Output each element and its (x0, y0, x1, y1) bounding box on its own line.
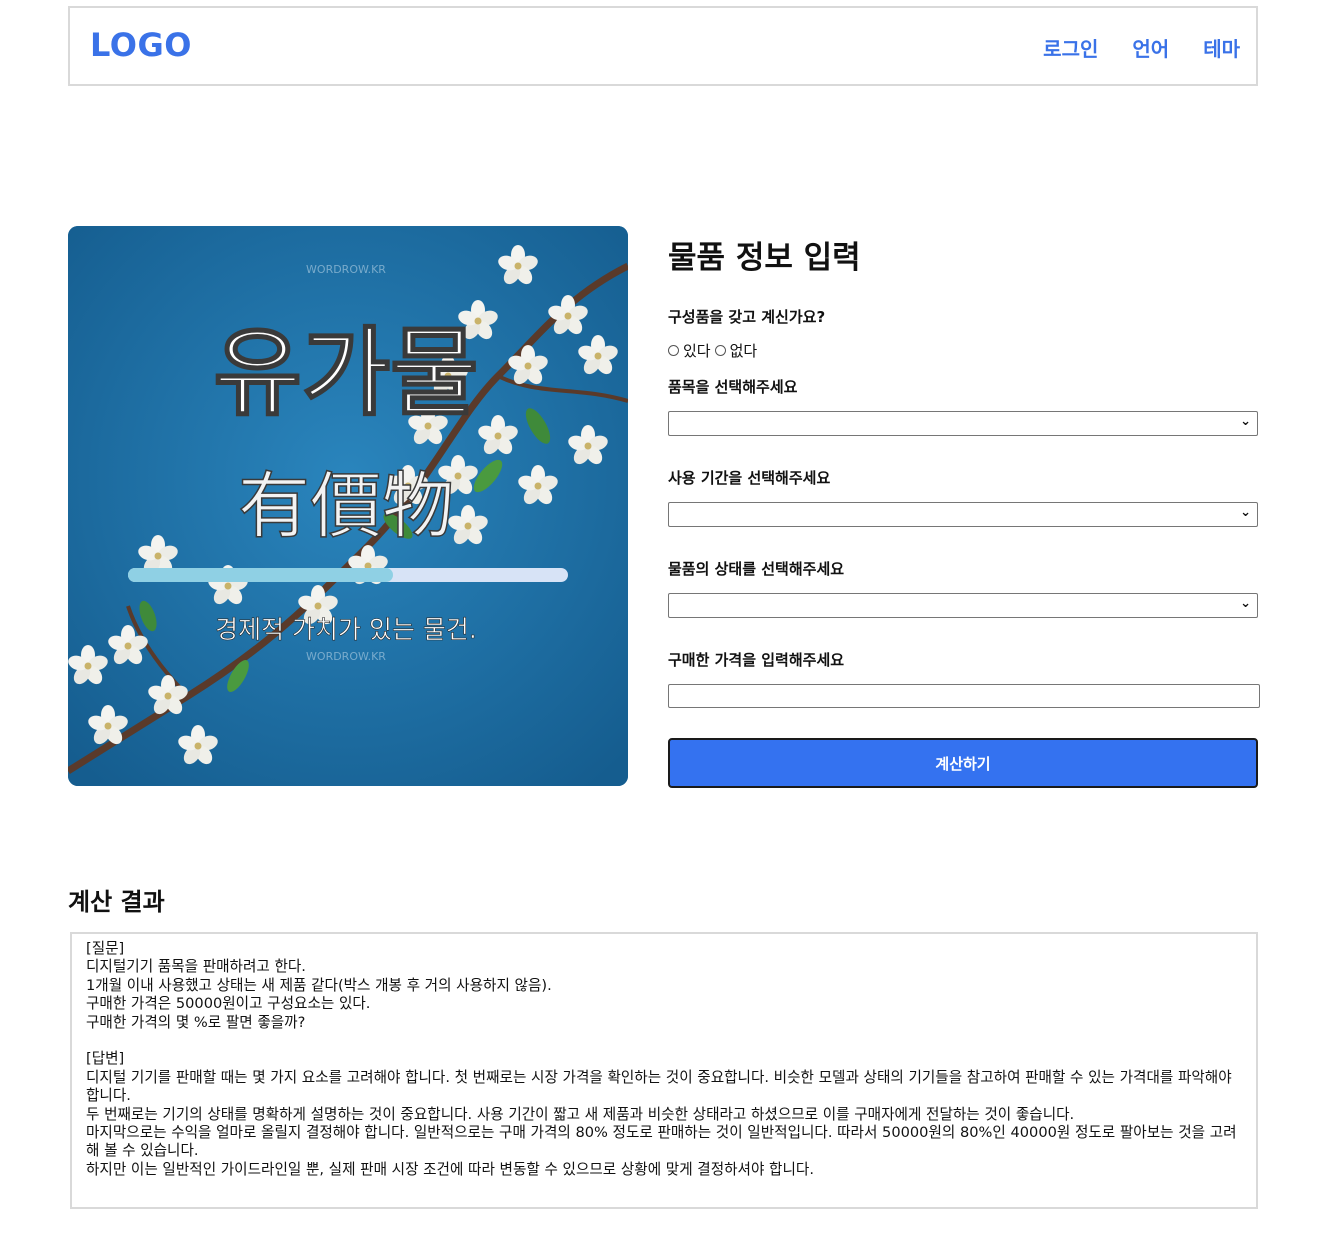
chevron-down-icon: ⌄ (1240, 596, 1251, 611)
hero-subtitle: 경제적 가치가 있는 물건. (215, 615, 477, 644)
nav-login[interactable]: 로그인 (1043, 33, 1098, 62)
condition-select[interactable]: ⌄ (668, 593, 1258, 618)
price-input[interactable] (668, 684, 1260, 708)
result-textarea[interactable]: [질문] 디지털기기 품목을 판매하려고 한다. 1개월 이내 사용했고 상태는… (70, 932, 1258, 1209)
logo[interactable]: LOGO (90, 26, 192, 64)
condition-label: 물품의 상태를 선택해주세요 (668, 560, 845, 578)
radio-yes-label: 있다 (683, 342, 711, 360)
radio-yes[interactable] (668, 345, 679, 356)
item-label: 품목을 선택해주세요 (668, 378, 798, 396)
price-label: 구매한 가격을 입력해주세요 (668, 651, 845, 669)
form-title: 물품 정보 입력 (668, 240, 861, 276)
hero-watermark-top: WORDROW.KR (306, 263, 386, 276)
radio-no[interactable] (714, 345, 726, 356)
calculate-button[interactable]: 계산하기 (668, 738, 1258, 788)
site-header: LOGO 로그인 언어 테마 (68, 6, 1258, 86)
top-nav: 로그인 언어 테마 (1043, 33, 1240, 62)
period-select[interactable]: ⌄ (668, 502, 1258, 527)
component-radio-group: 있다 없다 (668, 340, 761, 361)
hero-hanja: 有價物 (238, 464, 454, 548)
result-title: 계산 결과 (68, 888, 165, 916)
chevron-down-icon: ⌄ (1240, 414, 1251, 429)
radio-option-yes[interactable]: 있다 (668, 340, 711, 361)
item-select[interactable]: ⌄ (668, 411, 1258, 436)
period-label: 사용 기간을 선택해주세요 (668, 469, 831, 487)
nav-theme[interactable]: 테마 (1203, 33, 1240, 62)
hero-image: WORDROW.KR 유가물 有價物 경제적 가치가 있는 물건. WORDRO… (68, 226, 628, 786)
hero-watermark-bottom: WORDROW.KR (306, 650, 386, 663)
nav-language[interactable]: 언어 (1132, 33, 1169, 62)
chevron-down-icon: ⌄ (1240, 505, 1251, 520)
radio-no-label: 없다 (729, 342, 758, 360)
hero-illustration: WORDROW.KR 유가물 有價物 경제적 가치가 있는 물건. WORDRO… (68, 226, 628, 786)
component-question-label: 구성품을 갖고 계신가요? (668, 308, 826, 326)
hero-title: 유가물 (214, 317, 479, 429)
radio-option-no[interactable]: 없다 (714, 340, 758, 361)
